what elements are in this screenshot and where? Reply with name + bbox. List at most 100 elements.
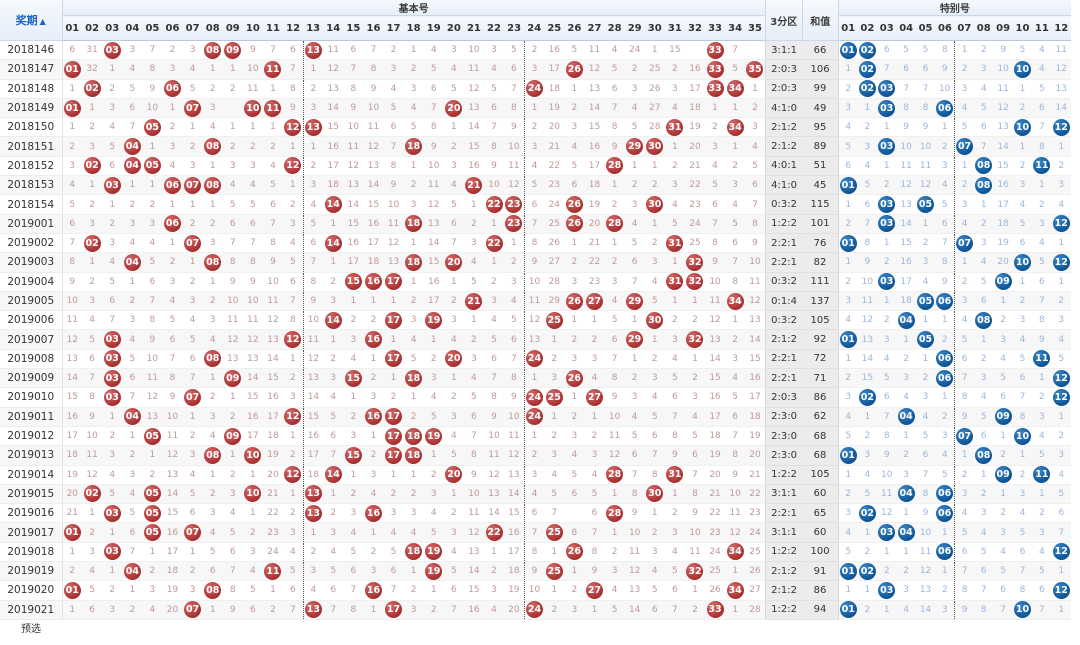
front-miss-cell: 3 [122,214,143,234]
front-ball: 03 [103,369,121,387]
front-miss-cell: 1 [303,522,324,543]
front-miss-cell: 7 [283,291,304,312]
zone-ratio-cell: 0:3:2 [764,194,803,215]
draw-row: 2019021 1 6 3 2 4 20 07 1 9 6 2 7 13 7 8 1 17 3 2 7 16 4 20 24 2 3… [0,600,1071,620]
front-ball: 18 [405,543,423,561]
front-miss-cell: 5 [222,522,243,543]
sum-cell: 49 [802,98,839,119]
front-miss-cell: 1 [363,349,384,370]
front-hit-cell: 23 [504,214,525,234]
front-miss-cell: 1 [323,329,344,350]
front-ball: 13 [304,41,322,59]
front-miss-cell: 5 [443,194,464,215]
front-hit-cell: 03 [102,329,123,350]
back-miss-cell: 5 [1032,252,1052,273]
front-ball: 18 [405,138,423,156]
back-miss-cell: 4 [838,407,858,427]
front-hit-cell: 19 [423,542,444,563]
front-miss-cell: 20 [584,214,605,234]
back-hit-cell: 09 [993,272,1013,292]
back-miss-cell: 9 [935,59,956,80]
front-miss-cell: 6 [624,445,645,466]
back-miss-cell: 3 [1012,310,1033,331]
draw-row: 2019003 8 1 4 04 5 2 1 08 8 8 9 5 7 1 17 18 13 18 15 20 4 1 2 9 2… [0,252,1071,273]
front-miss-cell: 12 [524,310,545,331]
period-header[interactable]: 奖期 ▲ [0,0,63,41]
back-ball: 01 [839,331,857,349]
sum-cell: 89 [802,136,839,157]
front-number-header: 28 [604,15,625,41]
front-miss-cell: 4 [102,252,123,273]
front-miss-cell: 2 [303,542,324,563]
front-miss-cell: 17 [363,233,384,254]
front-hit-cell: 25 [544,387,565,408]
front-miss-cell: 4 [483,310,505,331]
sort-asc-icon[interactable]: ▲ [40,17,46,26]
front-ball: 04 [123,157,141,175]
front-miss-cell: 7 [544,503,565,524]
back-hit-cell: 01 [838,329,858,350]
front-ball: 09 [224,427,242,445]
front-hit-cell: 14 [323,194,344,215]
front-miss-cell: 1 [644,214,665,234]
front-hit-cell: 08 [202,445,223,466]
front-miss-cell: 31 [82,40,103,61]
front-miss-cell: 13 [504,465,525,485]
front-miss-cell: 15 [162,503,183,524]
back-miss-cell: 4 [1032,40,1052,61]
front-miss-cell: 8 [383,156,404,177]
back-ball: 03 [878,524,896,542]
front-miss-cell: 4 [122,59,143,80]
front-miss-cell: 1 [283,175,304,196]
back-hit-cell: 03 [877,136,897,157]
front-ball: 05 [143,118,161,136]
back-miss-cell: 3 [954,291,975,312]
front-ball: 19 [425,427,443,445]
front-miss-cell: 2 [303,156,324,177]
back-miss-cell: 12 [993,98,1013,119]
front-miss-cell: 1 [504,233,525,254]
back-ball: 11 [1033,466,1051,484]
predict-cells[interactable] [62,619,1071,639]
front-miss-cell: 14 [242,368,263,389]
front-hit-cell: 04 [122,136,143,157]
front-miss-cell: 2 [202,79,223,99]
back-miss-cell: 1 [857,98,878,119]
front-miss-cell: 2 [644,522,665,543]
front-miss-cell: 5 [463,272,484,292]
front-miss-cell: 4 [162,291,183,312]
back-miss-cell: 12 [1051,59,1071,80]
back-miss-cell: 10 [915,522,936,543]
draw-row: 2019010 15 8 03 7 12 9 07 2 1 15 16 3 14 4 1 3 2 1 4 2 5 8 9 24 2… [0,387,1071,408]
front-miss-cell: 15 [62,387,83,408]
front-miss-cell: 1 [684,580,705,601]
front-hit-cell: 11 [262,98,284,119]
front-miss-cell: 7 [242,233,263,254]
front-miss-cell: 9 [483,156,505,177]
front-miss-cell: 19 [262,445,284,466]
front-miss-cell: 4 [122,329,143,350]
draw-row: 2019016 21 1 03 5 05 15 6 3 4 1 22 2 13 2 3 16 3 3 4 2 11 14 15… [0,503,1071,524]
front-ball: 18 [405,427,423,445]
front-miss-cell: 8 [725,272,746,292]
back-ball: 06 [936,543,954,561]
back-ball: 02 [858,60,876,78]
period-cell: 2019013 [0,445,63,466]
front-miss-cell: 3 [403,79,424,99]
front-miss-cell: 1 [182,252,203,273]
front-ball: 17 [385,350,403,368]
front-ball: 24 [525,408,543,426]
front-miss-cell: 2 [202,484,223,505]
front-miss-cell: 2 [624,175,645,196]
front-miss-cell: 7 [343,59,364,80]
front-miss-cell: 4 [524,156,545,177]
back-ball: 08 [975,446,993,464]
predict-row[interactable]: 预选 [0,619,1071,639]
draw-row: 2019015 20 02 5 4 05 14 5 2 3 10 21 1 13 1 2 4 2 2 3 1 10 13 14… [0,484,1071,505]
front-miss-cell: 1 [383,368,404,389]
front-hit-cell: 19 [423,310,444,331]
back-hit-cell: 06 [935,484,956,505]
front-miss-cell: 24 [544,194,565,215]
front-miss-cell: 9 [504,387,525,408]
back-ball: 03 [878,99,896,117]
